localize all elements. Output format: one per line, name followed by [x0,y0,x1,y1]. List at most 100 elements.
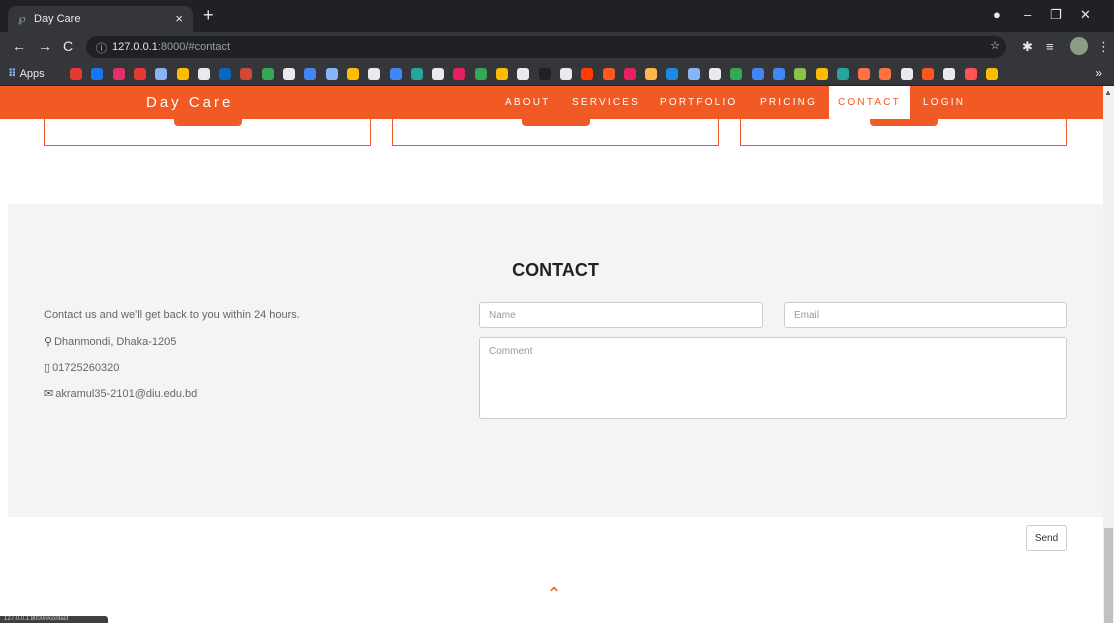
contact-intro: Contact us and we'll get back to you wit… [44,309,300,321]
email-input[interactable] [784,302,1067,328]
bookmark-star-icon[interactable]: ☆ [990,39,1000,52]
bookmark-favicon-icon[interactable] [581,68,594,80]
bookmark-favicon-icon[interactable] [176,68,189,80]
bookmark-favicon-icon[interactable] [261,68,274,80]
bookmark-favicon-icon[interactable] [751,68,764,80]
name-input[interactable] [479,302,763,328]
back-arrow-icon[interactable]: ← [12,38,26,54]
scrollbar-thumb[interactable] [1104,528,1113,623]
tab-search-icon[interactable]: ● [993,7,1001,22]
bookmark-favicon-icon[interactable] [389,68,402,80]
envelope-icon: ✉ [44,388,54,400]
profile-avatar[interactable] [1070,37,1088,55]
bookmark-favicon-icon[interactable] [709,68,721,80]
bookmark-favicon-icon[interactable] [730,68,743,80]
bookmark-favicon-icon[interactable] [900,68,913,80]
site-navbar: Day Care ABOUT SERVICES PORTFOLIO PRICIN… [0,86,1103,119]
bookmarks-overflow-icon[interactable]: » [1095,66,1102,80]
bookmark-favicon-icon[interactable] [623,68,636,80]
bookmark-favicon-icon[interactable] [325,68,338,80]
bookmark-favicon-icon[interactable] [879,68,892,80]
bookmark-favicon-icon[interactable] [133,68,146,80]
bookmark-favicon-icon[interactable] [219,68,232,80]
comment-textarea[interactable] [479,337,1067,419]
bookmark-favicon-icon[interactable] [922,68,934,80]
bookmark-favicon-icon[interactable] [985,68,998,80]
apps-grid-icon: ⠿ [8,68,17,80]
bookmark-favicon-icon[interactable] [240,68,253,80]
email-text: akramul35-2101@diu.edu.bd [55,388,198,400]
nav-portfolio[interactable]: PORTFOLIO [651,86,746,119]
bookmark-favicon-icon[interactable] [346,68,359,80]
bookmark-favicon-icon[interactable] [410,68,423,80]
bookmark-favicon-icon[interactable] [112,68,125,80]
bookmark-favicon-icon[interactable] [645,68,658,80]
site-favicon-icon: ℘ [18,13,26,25]
close-tab-icon[interactable]: × [175,11,183,26]
phone-text: 01725260320 [52,362,120,374]
url-host: 127.0.0.1 [112,41,158,53]
url-path: :8000/#contact [157,41,231,53]
send-button[interactable]: Send [1026,525,1067,551]
address-line: ⚲ Dhanmondi, Dhaka-1205 [44,335,176,348]
bookmark-favicon-icon[interactable] [304,68,317,80]
phone-line: ▯ 01725260320 [44,361,119,374]
browser-tab[interactable]: ℘ Day Care × [8,6,193,32]
bookmark-favicon-icon[interactable] [836,68,849,80]
close-window-icon[interactable]: ✕ [1080,7,1091,23]
bookmark-favicon-icon[interactable] [666,68,679,80]
bookmarks-bar: ⠿ Apps » [0,62,1114,86]
url-text: 127.0.0.1:8000/#contact [112,41,230,53]
bookmark-favicon-icon[interactable] [197,68,210,80]
bookmark-favicon-icon[interactable] [91,68,104,80]
bookmark-favicon-icon[interactable] [453,68,466,80]
contact-section: CONTACT Contact us and we'll get back to… [8,204,1103,551]
bookmark-favicon-icon[interactable] [517,68,530,80]
minimize-icon[interactable]: – [1024,7,1031,22]
new-tab-button[interactable]: + [203,5,214,26]
site-info-icon[interactable]: ⓘ [96,40,107,56]
bookmark-favicon-icon[interactable] [368,68,381,80]
bookmark-favicon-icon[interactable] [794,68,807,80]
bookmark-favicon-icon[interactable] [815,68,828,80]
nav-services[interactable]: SERVICES [563,86,649,119]
address-bar[interactable]: ⓘ 127.0.0.1:8000/#contact ☆ [86,36,1006,58]
bookmark-favicon-icon[interactable] [559,68,572,80]
reload-icon[interactable]: C [63,38,73,54]
bookmark-favicon-icon[interactable] [602,68,615,80]
bookmark-apps[interactable]: ⠿ Apps [8,67,45,80]
extensions-puzzle-icon[interactable]: ✱ [1022,39,1033,55]
back-to-top-chevron-icon[interactable]: ⌃ [542,584,566,604]
forward-arrow-icon[interactable]: → [38,38,52,54]
bookmark-favicon-icon[interactable] [70,68,82,80]
browser-tab-strip: ℘ Day Care × + ● – ❐ ✕ [0,0,1114,32]
bookmark-favicon-icon[interactable] [687,68,700,80]
bookmark-favicon-icon[interactable] [496,68,508,80]
bookmark-favicon-icon[interactable] [964,68,977,80]
browser-toolbar: ← → C ⓘ 127.0.0.1:8000/#contact ☆ ✱ ≡ ⋮ [0,32,1114,62]
tab-title: Day Care [34,13,81,25]
bookmark-favicon-icon[interactable] [283,68,295,80]
bookmark-favicon-icon[interactable] [155,68,168,80]
nav-login[interactable]: LOGIN [914,86,974,119]
bookmark-favicon-icon[interactable] [858,68,871,80]
bookmark-favicon-icon[interactable] [772,68,785,80]
bookmark-favicon-icon[interactable] [943,68,956,80]
nav-about[interactable]: ABOUT [496,86,559,119]
bookmark-favicon-icon[interactable] [432,68,445,80]
bookmark-favicon-icon[interactable] [538,68,551,80]
site-brand[interactable]: Day Care [146,94,233,111]
reading-list-icon[interactable]: ≡ [1046,39,1054,54]
phone-icon: ▯ [44,362,51,374]
bookmark-apps-label: Apps [19,68,45,80]
contact-heading: CONTACT [512,260,599,280]
bookmark-favicon-icon[interactable] [474,68,487,80]
scroll-up-arrow-icon[interactable]: ▲ [1104,88,1112,97]
email-line: ✉ akramul35-2101@diu.edu.bd [44,387,197,400]
nav-pricing[interactable]: PRICING [751,86,826,119]
menu-kebab-icon[interactable]: ⋮ [1097,39,1110,55]
nav-contact[interactable]: CONTACT [829,86,910,119]
restore-icon[interactable]: ❐ [1050,7,1062,23]
page-viewport: Day Care ABOUT SERVICES PORTFOLIO PRICIN… [0,86,1103,623]
map-marker-icon: ⚲ [44,336,53,348]
